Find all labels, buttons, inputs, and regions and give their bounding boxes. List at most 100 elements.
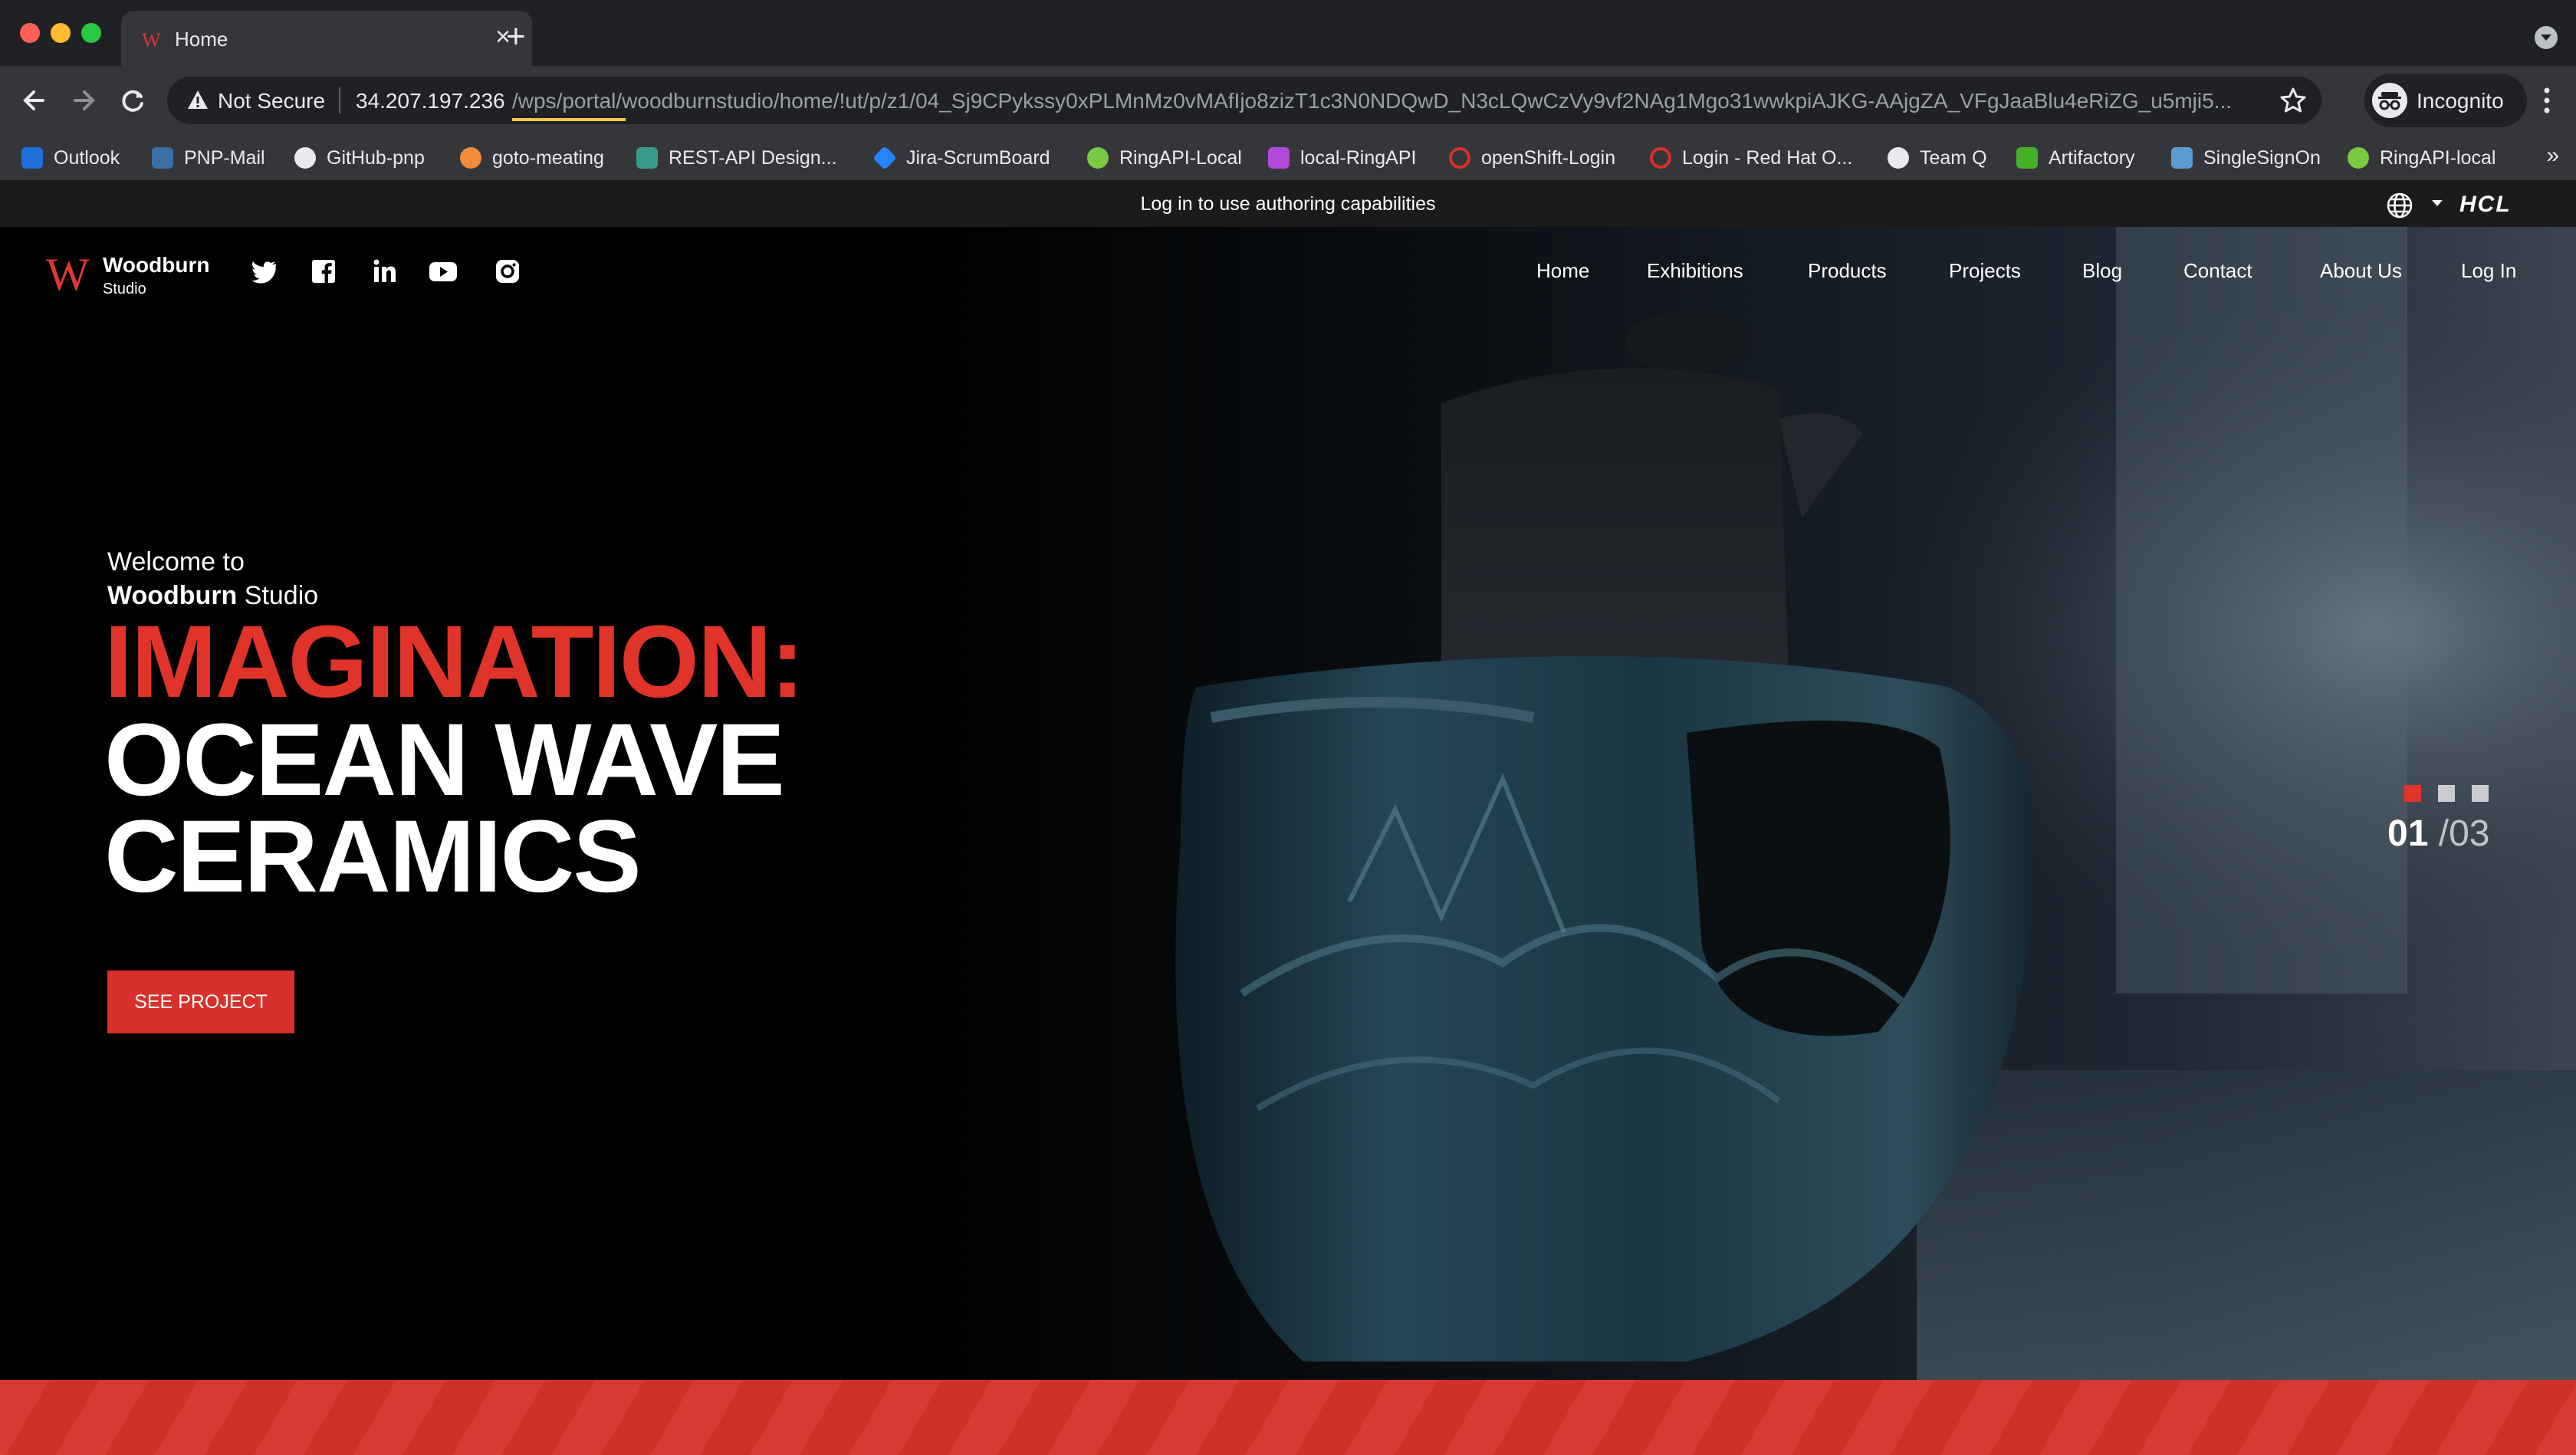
nav-projects[interactable]: Projects — [1949, 259, 2021, 283]
slider-dot-1[interactable] — [2404, 785, 2421, 802]
slide-total: /03 — [2438, 813, 2490, 854]
openshift-icon — [1449, 147, 1470, 169]
close-window-button[interactable] — [20, 23, 40, 43]
jira-icon — [872, 146, 897, 170]
bookmark-outlook[interactable]: Outlook — [21, 144, 120, 172]
new-tab-button[interactable]: + — [506, 20, 526, 54]
rest-api-icon — [636, 147, 658, 169]
github-icon — [294, 147, 316, 169]
nav-blog[interactable]: Blog — [2082, 259, 2122, 283]
ringapi-icon — [1087, 147, 1109, 169]
tab-search-button[interactable] — [2535, 26, 2558, 49]
goto-icon — [460, 147, 481, 169]
bookmark-star-icon[interactable] — [2279, 86, 2308, 115]
see-project-button[interactable]: SEE PROJECT — [107, 971, 294, 1033]
authoring-login-message[interactable]: Log in to use authoring capabilities — [0, 193, 2576, 215]
slider-dot-3[interactable] — [2472, 785, 2489, 802]
hcl-logo: HCL — [2459, 192, 2512, 217]
nav-exhibitions[interactable]: Exhibitions — [1647, 259, 1743, 283]
ringapi-icon — [2348, 147, 2369, 169]
browser-tab-home[interactable]: W Home × — [121, 11, 532, 66]
url-host: 34.207.197.236 — [356, 89, 505, 113]
bookmark-jira[interactable]: Jira-ScrumBoard — [872, 144, 1050, 172]
hero-banner: W Woodburn Studio Home Exhibitions Produ… — [0, 227, 2576, 1380]
authoring-toolbar: Log in to use authoring capabilities HCL — [0, 181, 2576, 227]
bookmark-label: SingleSignOn — [2203, 146, 2321, 169]
hero-headline-line3: CERAMICS — [104, 800, 642, 914]
bookmark-ringapi-local-2[interactable]: RingAPI-local — [2348, 144, 2496, 172]
bookmark-github-pnp[interactable]: GitHub-pnp — [294, 144, 425, 172]
sso-icon — [2171, 147, 2193, 169]
bookmark-label: Outlook — [54, 146, 120, 169]
bookmark-label: Team Q — [1920, 146, 1987, 169]
bookmark-label: local-RingAPI — [1300, 146, 1417, 169]
slider-dot-2[interactable] — [2438, 785, 2455, 802]
nav-about-us[interactable]: About Us — [2320, 259, 2402, 283]
tab-title: Home — [175, 28, 228, 51]
github-icon — [1888, 147, 1909, 169]
bookmark-redhat-login[interactable]: Login - Red Hat O... — [1650, 144, 1852, 172]
url-highlight — [512, 118, 626, 121]
forward-arrow-icon[interactable] — [64, 81, 103, 120]
address-divider — [339, 87, 340, 113]
maximize-window-button[interactable] — [81, 23, 101, 43]
profile-label: Incognito — [2417, 89, 2504, 113]
slider-dots — [2404, 785, 2496, 805]
outlook-icon — [21, 147, 43, 169]
bookmark-label: Artifactory — [2049, 146, 2135, 169]
facebook-icon[interactable] — [308, 256, 339, 287]
chevron-down-icon[interactable] — [2430, 198, 2444, 209]
bookmark-ringapi-local[interactable]: RingAPI-Local — [1087, 144, 1242, 172]
bookmark-label: Jira-ScrumBoard — [906, 146, 1050, 169]
hero-headline-accent: IMAGINATION: — [104, 605, 804, 719]
bookmark-rest-api-design[interactable]: REST-API Design... — [636, 144, 837, 172]
svg-text:W: W — [142, 29, 161, 51]
section-divider-stripe — [0, 1380, 2576, 1455]
hero-welcome-text: Welcome to — [107, 547, 245, 576]
slide-counter: 01 /03 — [2387, 813, 2489, 855]
redhat-icon — [1650, 147, 1671, 169]
security-label: Not Secure — [218, 89, 326, 113]
browser-menu-icon[interactable] — [2542, 86, 2551, 115]
logo-subtitle: Studio — [103, 281, 146, 297]
bookmarks-bar: Outlook PNP-Mail GitHub-pnp goto-meating… — [0, 135, 2576, 181]
mail-icon — [152, 147, 173, 169]
bookmark-singlesignon[interactable]: SingleSignOn — [2171, 144, 2321, 172]
minimize-window-button[interactable] — [51, 23, 71, 43]
nav-home[interactable]: Home — [1536, 259, 1589, 283]
linkedin-icon[interactable] — [370, 256, 400, 287]
bookmark-label: RingAPI-Local — [1119, 146, 1242, 169]
nav-contact[interactable]: Contact — [2183, 259, 2252, 283]
youtube-icon[interactable] — [428, 256, 458, 287]
bookmark-artifactory[interactable]: Artifactory — [2016, 144, 2135, 172]
warning-icon — [188, 90, 208, 109]
nav-products[interactable]: Products — [1808, 259, 1887, 283]
back-arrow-icon[interactable] — [15, 81, 54, 120]
twitter-icon[interactable] — [248, 256, 279, 287]
nav-log-in[interactable]: Log In — [2461, 259, 2516, 283]
chevron-down-icon — [2541, 34, 2551, 41]
logo-mark: W — [46, 249, 90, 300]
incognito-profile-button[interactable]: Incognito — [2364, 74, 2527, 127]
bookmark-label: REST-API Design... — [669, 146, 837, 169]
bookmark-team-q[interactable]: Team Q — [1888, 144, 1987, 172]
address-bar[interactable]: Not Secure 34.207.197.236 /wps/portal/wo… — [167, 77, 2321, 124]
artifactory-icon — [2016, 147, 2038, 169]
bookmark-local-ringapi[interactable]: local-RingAPI — [1268, 144, 1416, 172]
bookmark-label: PNP-Mail — [184, 146, 265, 169]
globe-icon[interactable] — [2386, 192, 2413, 219]
bookmark-label: Login - Red Hat O... — [1682, 146, 1853, 169]
bookmark-label: GitHub-pnp — [327, 146, 425, 169]
bookmarks-overflow-button[interactable]: » — [2546, 143, 2559, 169]
bookmark-goto-meeting[interactable]: goto-meating — [460, 144, 604, 172]
slide-current: 01 — [2387, 813, 2429, 854]
woodburn-logo[interactable]: W Woodburn Studio — [46, 250, 230, 304]
bookmark-pnp-mail[interactable]: PNP-Mail — [152, 144, 265, 172]
hero-ceramics-image — [920, 227, 2576, 1380]
bookmark-openshift-login[interactable]: openShift-Login — [1449, 144, 1615, 172]
bookmark-label: RingAPI-local — [2380, 146, 2496, 169]
bookmark-label: openShift-Login — [1481, 146, 1616, 169]
reload-icon[interactable] — [113, 81, 152, 120]
bookmark-label: goto-meating — [492, 146, 604, 169]
instagram-icon[interactable] — [492, 256, 523, 287]
